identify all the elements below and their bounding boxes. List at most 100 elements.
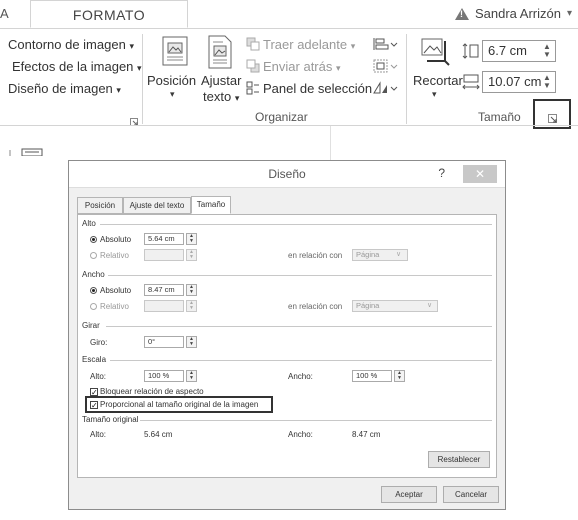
alto-absolute-input[interactable]: 5.64 cm (144, 233, 184, 245)
chevron-down-icon: ▾ (566, 8, 572, 19)
cancel-button[interactable]: Cancelar (443, 486, 499, 503)
proportional-label: Proporcional al tamaño original de la im… (100, 400, 259, 409)
selection-pane-button[interactable]: Panel de selección (263, 81, 372, 96)
section-divider (110, 360, 492, 361)
picture-effects-button[interactable]: Efectos de la imagen ▾ (12, 59, 142, 74)
ancho-relative-radio[interactable] (90, 303, 97, 310)
crop-icon[interactable] (419, 35, 453, 69)
alto-absolute-radio[interactable] (90, 236, 97, 243)
original-height-value: 5.64 cm (144, 430, 173, 439)
ancho-relation-label: en relación con (288, 302, 343, 311)
group-icon[interactable] (372, 59, 398, 73)
size-dialog-launcher-icon[interactable] (548, 110, 557, 123)
picture-layout-button[interactable]: Diseño de imagen ▾ (8, 81, 121, 96)
send-backward-label: Enviar atrás (263, 59, 333, 74)
picture-border-label: Contorno de imagen (8, 37, 126, 52)
rotation-input[interactable]: 0° (144, 336, 184, 348)
chevron-down-icon: ▾ (432, 89, 437, 99)
scale-height-spinner[interactable]: ▲ ▼ (186, 370, 197, 382)
ancho-relative-spinner[interactable]: ▲ ▼ (186, 300, 197, 312)
shape-width-icon (461, 73, 481, 91)
alto-relative-radio[interactable] (90, 252, 97, 259)
chevron-down-icon: ▾ (129, 41, 134, 51)
shape-height-spinner[interactable]: ▲ ▼ (542, 43, 552, 59)
document-margin-line (330, 126, 331, 160)
escala-header: Escala (82, 355, 107, 364)
section-divider (108, 275, 492, 276)
wrap-text-icon[interactable] (205, 34, 235, 70)
scale-height-label: Alto: (90, 372, 107, 381)
ancho-absolute-spinner[interactable]: ▲ ▼ (186, 284, 197, 296)
original-width-value: 8.47 cm (352, 430, 381, 439)
wrap-text-label-2: texto (203, 89, 232, 104)
position-button-icon[interactable] (160, 35, 194, 69)
bring-forward-icon (246, 37, 260, 51)
picture-border-button[interactable]: Contorno de imagen ▾ (8, 37, 134, 52)
size-group-label: Tamaño (478, 110, 521, 124)
ancho-relative-input[interactable] (144, 300, 184, 312)
girar-header: Girar (82, 321, 100, 330)
rotation-label: Giro: (90, 338, 108, 347)
rotation-spinner[interactable]: ▲ ▼ (186, 336, 197, 348)
alto-relative-input[interactable] (144, 249, 184, 261)
ancho-absolute-label: Absoluto (100, 286, 132, 295)
rotate-icon[interactable] (372, 81, 398, 95)
scale-width-spinner[interactable]: ▲ ▼ (394, 370, 405, 382)
ancho-absolute-input[interactable]: 8.47 cm (144, 284, 184, 296)
alto-absolute-label: Absoluto (100, 235, 132, 244)
picture-effects-label: Efectos de la imagen (12, 59, 134, 74)
chevron-down-icon: ▾ (336, 63, 341, 73)
tab-previous[interactable]: A (0, 6, 9, 21)
position-label[interactable]: Posición (147, 73, 196, 88)
reset-button[interactable]: Restablecer (428, 451, 490, 468)
lock-aspect-checkbox[interactable]: ✓ (90, 388, 98, 397)
tab-posicion[interactable]: Posición (77, 197, 123, 214)
ok-button[interactable]: Aceptar (381, 486, 437, 503)
tab-ajuste-texto[interactable]: Ajuste del texto (123, 197, 191, 214)
user-name: Sandra Arrizón (474, 6, 561, 21)
ribbon-separator (142, 34, 143, 124)
proportional-checkbox[interactable]: ✓ (90, 401, 98, 410)
size-panel: Alto Absoluto 5.64 cm ▲ ▼ Relativo ▲ ▼ en … (77, 214, 497, 478)
section-divider (140, 420, 492, 421)
layout-dialog: Diseño ? ✕ Posición Ajuste del texto Tam… (68, 160, 506, 510)
tab-formato[interactable]: FORMATO (30, 0, 188, 28)
ancho-relation-select[interactable]: Página (352, 300, 438, 312)
ribbon-separator (406, 34, 407, 124)
tab-tamano[interactable]: Tamaño (191, 196, 231, 214)
align-icon[interactable] (372, 37, 398, 51)
help-button[interactable]: ? (438, 166, 445, 180)
alto-relation-label: en relación con (288, 251, 343, 260)
bring-forward-label: Traer adelante (263, 37, 348, 52)
ribbon-bottom-border (0, 125, 578, 126)
warning-icon (454, 7, 469, 20)
section-divider (100, 224, 492, 225)
alto-absolute-spinner[interactable]: ▲ ▼ (186, 233, 197, 245)
alto-relative-spinner[interactable]: ▲ ▼ (186, 249, 197, 261)
wrap-text-button[interactable]: texto ▾ (203, 89, 239, 104)
wrap-text-label-1[interactable]: Ajustar (201, 73, 241, 88)
alto-header: Alto (82, 219, 96, 228)
shape-width-spinner[interactable]: ▲ ▼ (542, 74, 552, 90)
scale-width-label: Ancho: (288, 372, 313, 381)
picture-layout-label: Diseño de imagen (8, 81, 113, 96)
bring-forward-button[interactable]: Traer adelante ▾ (263, 37, 355, 52)
alto-relative-label: Relativo (100, 251, 129, 260)
selection-pane-icon (246, 81, 260, 95)
send-backward-icon (246, 59, 260, 73)
original-height-label: Alto: (90, 430, 107, 439)
lock-aspect-label: Bloquear relación de aspecto (100, 387, 204, 396)
chevron-down-icon: ▾ (137, 63, 142, 73)
scale-width-input[interactable]: 100 % (352, 370, 392, 382)
dialog-launcher-icon[interactable] (130, 113, 138, 126)
scale-height-input[interactable]: 100 % (144, 370, 184, 382)
document-picture-icon (8, 143, 44, 157)
chevron-down-icon: ∨ (427, 302, 433, 309)
crop-label[interactable]: Recortar (413, 73, 463, 88)
close-button[interactable]: ✕ (463, 165, 497, 183)
ancho-absolute-radio[interactable] (90, 287, 97, 294)
user-account[interactable]: Sandra Arrizón ▾ (454, 6, 572, 21)
chevron-down-icon: ∨ (396, 251, 402, 258)
send-backward-button[interactable]: Enviar atrás ▾ (263, 59, 341, 74)
shape-height-icon (461, 42, 481, 60)
